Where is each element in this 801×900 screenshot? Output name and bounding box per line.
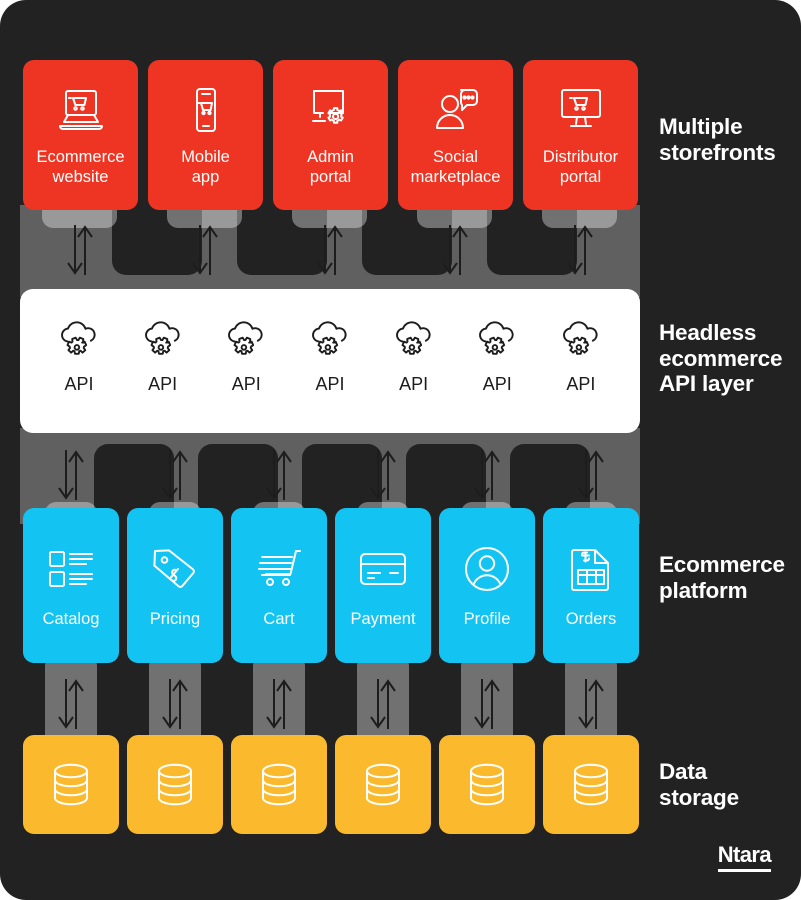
list-grid-icon — [45, 542, 97, 596]
bidirectional-arrow-icon — [572, 676, 610, 732]
invoice-icon — [565, 542, 617, 596]
cloud-gear-icon — [389, 317, 439, 366]
database-icon — [360, 755, 406, 815]
storefront-card-label: Social marketplace — [410, 148, 501, 186]
storage-card-6[interactable] — [543, 735, 639, 834]
platform-card-profile[interactable]: Profile — [439, 508, 535, 663]
storage-card-3[interactable] — [231, 735, 327, 834]
api-node-label: API — [399, 374, 429, 394]
cloud-gear-icon — [221, 317, 271, 366]
api-node[interactable]: API — [295, 317, 365, 395]
bidirectional-arrow-icon — [561, 222, 599, 278]
section-label-data-storage: Data storage — [659, 759, 739, 810]
platform-card-label: Profile — [463, 610, 511, 628]
database-icon — [48, 755, 94, 815]
storage-card-2[interactable] — [127, 735, 223, 834]
section-label-multiple-storefronts: Multiple storefronts — [659, 114, 776, 165]
bidirectional-arrow-icon — [186, 222, 224, 278]
platform-card-label: Cart — [263, 610, 295, 628]
platform-card-cart[interactable]: Cart — [231, 508, 327, 663]
storefront-card-label: Distributor portal — [542, 148, 619, 186]
platform-card-label: Catalog — [42, 610, 100, 628]
platform-card-payment[interactable]: Payment — [335, 508, 431, 663]
mobile-cart-icon — [178, 82, 234, 138]
section-label-ecommerce-platform: Ecommerce platform — [659, 552, 785, 603]
api-node[interactable]: API — [546, 317, 616, 395]
database-icon — [152, 755, 198, 815]
ntara-logo-underline — [717, 869, 771, 872]
section-label-headless-api: Headless ecommerce API layer — [659, 320, 783, 397]
api-node-label: API — [231, 374, 261, 394]
cloud-gear-icon — [472, 317, 522, 366]
storefront-card-mobile-app[interactable]: Mobile app — [148, 60, 263, 210]
monitor-gear-icon — [303, 82, 359, 138]
shopping-cart-icon — [253, 542, 305, 596]
bidirectional-arrow-icon — [156, 676, 194, 732]
bidirectional-arrow-icon — [260, 447, 298, 503]
database-icon — [256, 755, 302, 815]
cloud-gear-icon — [54, 317, 104, 366]
api-node[interactable]: API — [379, 317, 449, 395]
person-chat-icon — [428, 82, 484, 138]
api-node-label: API — [64, 374, 94, 394]
user-circle-icon — [461, 542, 513, 596]
bidirectional-arrow-icon — [364, 447, 402, 503]
storefront-card-label: Admin portal — [307, 148, 354, 186]
ntara-logo[interactable]: Ntara — [717, 842, 772, 872]
bidirectional-arrow-icon — [52, 447, 90, 503]
bidirectional-arrow-icon — [311, 222, 349, 278]
api-node-label: API — [148, 374, 178, 394]
bidirectional-arrow-icon — [468, 676, 506, 732]
cloud-gear-icon — [305, 317, 355, 366]
bidirectional-arrow-icon — [364, 676, 402, 732]
storefront-card-admin-portal[interactable]: Admin portal — [273, 60, 388, 210]
api-node[interactable]: API — [44, 317, 114, 395]
price-tag-icon — [149, 542, 201, 596]
storage-card-5[interactable] — [439, 735, 535, 834]
storage-card-1[interactable] — [23, 735, 119, 834]
platform-card-catalog[interactable]: Catalog — [23, 508, 119, 663]
bidirectional-arrow-icon — [436, 222, 474, 278]
diagram-canvas: Ecommerce website Mobile app Admin porta… — [0, 0, 801, 900]
api-node[interactable]: API — [128, 317, 198, 395]
api-node[interactable]: API — [462, 317, 532, 395]
bidirectional-arrow-icon — [468, 447, 506, 503]
database-icon — [568, 755, 614, 815]
cloud-gear-icon — [556, 317, 606, 366]
bidirectional-arrow-icon — [260, 676, 298, 732]
platform-card-pricing[interactable]: Pricing — [127, 508, 223, 663]
platform-card-label: Orders — [565, 610, 617, 628]
bidirectional-arrow-icon — [52, 676, 90, 732]
storefront-card-label: Ecommerce website — [36, 148, 125, 186]
storefront-card-social-marketplace[interactable]: Social marketplace — [398, 60, 513, 210]
platform-card-orders[interactable]: Orders — [543, 508, 639, 663]
bidirectional-arrow-icon — [572, 447, 610, 503]
storefront-card-distributor-portal[interactable]: Distributor portal — [523, 60, 638, 210]
api-node-label: API — [315, 374, 345, 394]
api-node-label: API — [482, 374, 512, 394]
ntara-logo-text: Ntara — [717, 842, 772, 867]
platform-card-label: Pricing — [149, 610, 201, 628]
laptop-cart-icon — [53, 82, 109, 138]
desktop-cart-icon — [553, 82, 609, 138]
bidirectional-arrow-icon — [156, 447, 194, 503]
api-node[interactable]: API — [211, 317, 281, 395]
database-icon — [464, 755, 510, 815]
storefront-card-ecommerce-website[interactable]: Ecommerce website — [23, 60, 138, 210]
cloud-gear-icon — [138, 317, 188, 366]
storage-card-4[interactable] — [335, 735, 431, 834]
storefront-card-label: Mobile app — [181, 148, 230, 186]
bidirectional-arrow-icon — [61, 222, 99, 278]
credit-card-icon — [357, 542, 409, 596]
headless-api-layer-panel: API API API API API API API — [20, 289, 640, 433]
api-node-label: API — [566, 374, 596, 394]
platform-card-label: Payment — [350, 610, 416, 628]
